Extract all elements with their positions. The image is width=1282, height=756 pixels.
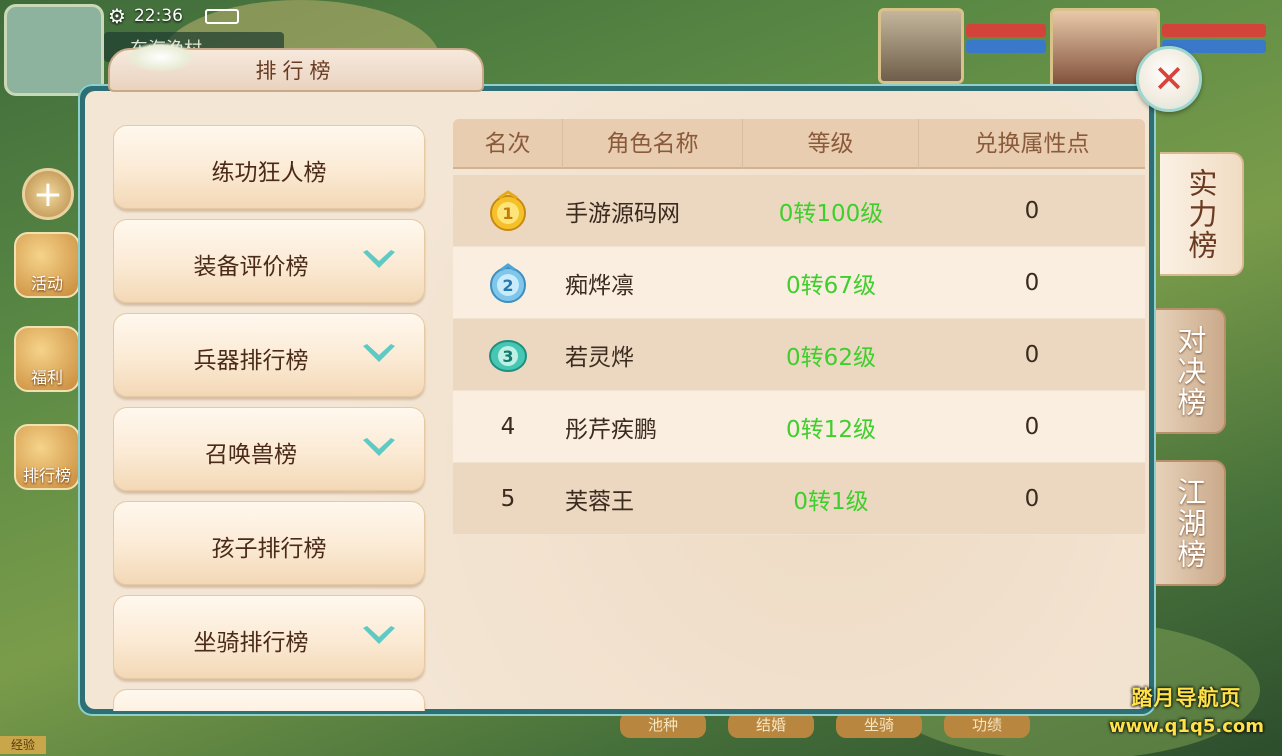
category-item[interactable]: 召唤兽榜: [113, 407, 425, 491]
player-points: 0: [1024, 341, 1040, 368]
category-item[interactable]: 坐骑排行榜: [113, 595, 425, 679]
watermark-url: www.q1q5.com: [1108, 716, 1264, 737]
status-bar: ⚙ 22:36: [108, 4, 298, 28]
teal-medal-icon: 3: [489, 339, 527, 372]
player-level: 0转67级: [786, 272, 876, 299]
welfare-button[interactable]: 福利: [14, 326, 80, 392]
watermark-title: 踏月导航页: [1131, 686, 1242, 710]
rank-number: 5: [500, 485, 516, 512]
clock: 22:36: [133, 6, 183, 26]
tab-jianghu-ranking[interactable]: 江湖榜: [1156, 460, 1226, 586]
gear-icon[interactable]: ⚙: [108, 4, 126, 28]
chevron-down-icon: [363, 250, 395, 268]
player-level: 0转62级: [786, 344, 876, 371]
tab-label: 江湖榜: [1173, 476, 1207, 570]
rank-cell: 1: [453, 189, 563, 232]
panel-body: 练功狂人榜 装备评价榜 兵器排行榜 召唤兽榜 孩子排行榜 坐骑排行榜 名次 角色…: [85, 91, 1149, 711]
chevron-down-icon: [363, 344, 395, 362]
blue-medal-icon: 2: [490, 262, 526, 303]
activity-button[interactable]: 活动: [14, 232, 80, 298]
table-header: 名次 角色名称 等级 兑换属性点: [453, 119, 1145, 169]
chevron-down-icon: [363, 438, 395, 456]
player-level: 0转1级: [793, 488, 869, 515]
player-hp-bar: [1162, 24, 1266, 37]
tab-strength-ranking[interactable]: 实力榜: [1160, 152, 1244, 276]
minimap[interactable]: [4, 4, 104, 96]
category-item[interactable]: 兵器排行榜: [113, 313, 425, 397]
player-name: 痴烨凛: [565, 272, 634, 299]
exp-label: 经验: [0, 736, 46, 754]
player-points: 0: [1024, 485, 1040, 512]
table-row[interactable]: 1 手游源码网 0转100级 0: [453, 175, 1145, 247]
category-label: 练功狂人榜: [211, 160, 327, 186]
header-points: 兑换属性点: [974, 131, 1090, 157]
medal-number: 1: [502, 204, 513, 223]
medal-number: 2: [502, 276, 513, 295]
leaderboard-button[interactable]: 排行榜: [14, 424, 80, 490]
tab-label: 对决榜: [1173, 324, 1207, 418]
pet-portrait[interactable]: [878, 8, 964, 84]
table-row[interactable]: 3 若灵烨 0转62级 0: [453, 319, 1145, 391]
panel-title: 排行榜: [255, 59, 337, 83]
pet-hp-bar: [966, 24, 1046, 37]
close-button[interactable]: ✕: [1136, 46, 1202, 112]
table-row[interactable]: 2 痴烨凛 0转67级 0: [453, 247, 1145, 319]
player-points: 0: [1024, 269, 1040, 296]
header-rank: 名次: [453, 119, 563, 169]
player-name: 芙蓉王: [565, 488, 634, 515]
player-name: 若灵烨: [565, 344, 634, 371]
tab-label: 实力榜: [1184, 167, 1218, 261]
category-item[interactable]: 练功狂人榜: [113, 125, 425, 209]
pet-mp-bar: [966, 40, 1046, 53]
player-name: 手游源码网: [565, 200, 680, 227]
lotus-decoration-icon: [126, 42, 196, 72]
watermark: 踏月导航页 www.q1q5.com: [1109, 682, 1264, 737]
player-name: 彤芹疾鹏: [565, 416, 657, 443]
close-icon: ✕: [1153, 57, 1185, 101]
category-label: 孩子排行榜: [211, 536, 327, 562]
ranking-table: 名次 角色名称 等级 兑换属性点 1 手游源码网 0转100级 0 2 痴烨凛 …: [453, 119, 1145, 535]
header-level: 等级: [743, 119, 919, 169]
rank-cell: 2: [453, 262, 563, 304]
category-item[interactable]: [113, 689, 425, 711]
chevron-down-icon: [363, 626, 395, 644]
header-name: 角色名称: [563, 119, 743, 169]
player-level: 0转12级: [786, 416, 876, 443]
rank-cell: 3: [453, 334, 563, 376]
leaderboard-panel: 练功狂人榜 装备评价榜 兵器排行榜 召唤兽榜 孩子排行榜 坐骑排行榜 名次 角色…: [78, 84, 1156, 716]
player-points: 0: [1024, 413, 1040, 440]
tab-duel-ranking[interactable]: 对决榜: [1156, 308, 1226, 434]
gold-medal-icon: 1: [490, 189, 526, 231]
player-level: 0转100级: [778, 200, 884, 227]
table-row[interactable]: 5 芙蓉王 0转1级 0: [453, 463, 1145, 535]
rank-number: 4: [500, 413, 516, 440]
category-item[interactable]: 装备评价榜: [113, 219, 425, 303]
table-row[interactable]: 4 彤芹疾鹏 0转12级 0: [453, 391, 1145, 463]
category-item[interactable]: 孩子排行榜: [113, 501, 425, 585]
player-points: 0: [1024, 197, 1040, 224]
battery-icon: [204, 8, 239, 24]
plus-icon[interactable]: +: [22, 168, 74, 220]
category-list[interactable]: 练功狂人榜 装备评价榜 兵器排行榜 召唤兽榜 孩子排行榜 坐骑排行榜: [113, 117, 431, 711]
medal-number: 3: [502, 347, 513, 366]
